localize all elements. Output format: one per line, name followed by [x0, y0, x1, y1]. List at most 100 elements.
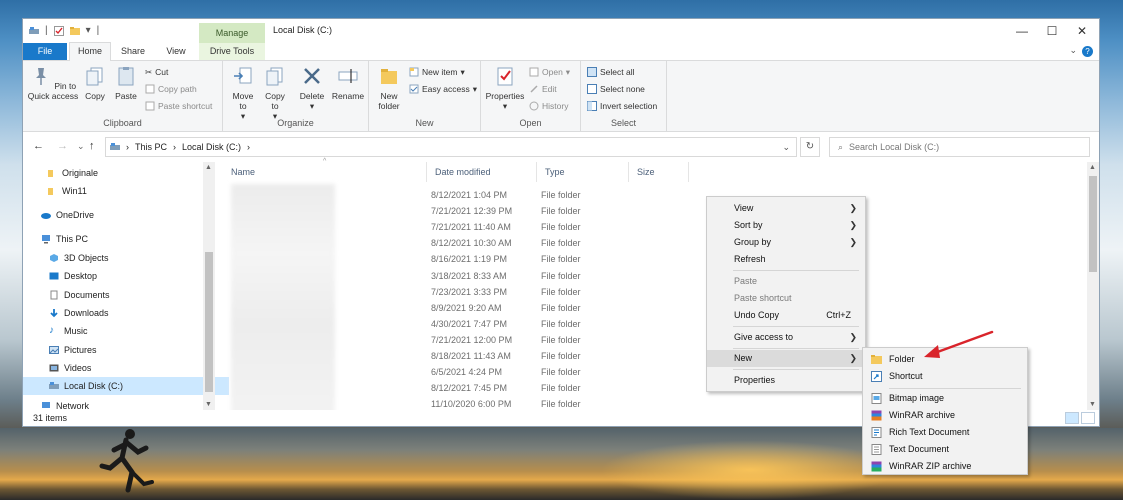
address-input[interactable]: › This PC › Local Disk (C:) › ⌄: [105, 137, 797, 157]
menu-item-paste-shortcut[interactable]: Paste shortcut: [707, 290, 865, 307]
menu-label: Properties: [734, 375, 776, 385]
copy-path-button[interactable]: Copy path: [145, 82, 197, 96]
qa-customize-icon[interactable]: ▾: [86, 25, 91, 37]
tab-manage[interactable]: Manage: [199, 23, 265, 43]
nav-item-local-disk[interactable]: Local Disk (C:): [23, 377, 229, 395]
breadcrumb-local-disk[interactable]: Local Disk (C:): [182, 142, 241, 152]
menu-label: Rich Text Document: [889, 427, 970, 437]
tab-file[interactable]: File: [23, 43, 67, 60]
submenu-item-rtf[interactable]: Rich Text Document: [863, 424, 1027, 441]
folder-icon: [871, 355, 882, 364]
tab-drive-tools[interactable]: Drive Tools: [199, 43, 265, 60]
edit-button[interactable]: Edit: [529, 82, 557, 96]
details-view-icon[interactable]: [1065, 412, 1079, 424]
copy-button[interactable]: Copy: [81, 65, 109, 101]
properties-button[interactable]: Properties ▾: [483, 65, 527, 111]
new-item-button[interactable]: New item ▾: [409, 65, 465, 79]
help-icon[interactable]: ?: [1082, 46, 1093, 57]
open-button[interactable]: Open ▾: [529, 65, 570, 79]
row-date-modified: 7/21/2021 12:39 PM: [431, 206, 513, 217]
submenu-item-winrar[interactable]: WinRAR archive: [863, 407, 1027, 424]
new-folder-icon[interactable]: [69, 26, 80, 36]
nav-item-network[interactable]: Network: [23, 402, 221, 410]
menu-item-properties[interactable]: Properties: [707, 372, 865, 389]
nav-item-onedrive[interactable]: OneDrive: [23, 206, 221, 224]
navigation-pane: Originale Win11 OneDrive This PC 3D Obje…: [23, 162, 229, 410]
menu-item-new[interactable]: New ❯: [707, 350, 865, 367]
scroll-up-icon[interactable]: ▲: [205, 164, 212, 171]
breadcrumb-this-pc[interactable]: This PC: [135, 142, 167, 152]
column-size[interactable]: Size: [629, 162, 689, 182]
menu-item-group-by[interactable]: Group by ❯: [707, 234, 865, 251]
nav-item-downloads[interactable]: Downloads: [23, 304, 229, 322]
cut-button[interactable]: ✂ Cut: [145, 65, 168, 79]
minimize-icon[interactable]: —: [1007, 21, 1037, 41]
tab-share[interactable]: Share: [113, 43, 153, 60]
title-bar: | ▾ | Manage Local Disk (C:) — ☐ ✕: [23, 19, 1099, 43]
nav-item-desktop[interactable]: Desktop: [23, 267, 229, 285]
refresh-icon[interactable]: ↻: [800, 137, 820, 157]
copy-icon: [86, 67, 103, 86]
menu-item-paste[interactable]: Paste: [707, 273, 865, 290]
column-name[interactable]: Name: [223, 162, 427, 182]
submenu-item-text[interactable]: Text Document: [863, 441, 1027, 458]
cube-icon: [50, 254, 58, 262]
nav-item-3d-objects[interactable]: 3D Objects: [23, 249, 229, 267]
nav-item-win11[interactable]: Win11: [23, 182, 227, 200]
scroll-down-icon[interactable]: ▼: [205, 401, 212, 408]
back-arrow-icon[interactable]: ←: [33, 140, 44, 152]
menu-item-sort-by[interactable]: Sort by ❯: [707, 217, 865, 234]
nav-scrollbar[interactable]: ▲ ▼: [203, 162, 215, 410]
copy-to-button[interactable]: Copy to ▾: [261, 65, 289, 121]
close-icon[interactable]: ✕: [1067, 21, 1097, 41]
rename-button[interactable]: Rename: [331, 65, 365, 101]
easy-access-button[interactable]: Easy access ▾: [409, 82, 477, 96]
nav-scroll-thumb[interactable]: [205, 252, 213, 392]
delete-button[interactable]: Delete ▾: [297, 65, 327, 111]
recent-locations-icon[interactable]: ⌄: [77, 141, 85, 152]
invert-selection-button[interactable]: Invert selection: [587, 99, 657, 113]
address-dropdown-icon[interactable]: ⌄: [782, 142, 790, 153]
paste-button[interactable]: Paste: [111, 65, 141, 101]
paste-shortcut-button[interactable]: Paste shortcut: [145, 99, 212, 113]
row-type: File folder: [541, 351, 581, 361]
forward-arrow-icon[interactable]: →: [57, 140, 68, 152]
large-icons-view-icon[interactable]: [1081, 412, 1095, 424]
search-input[interactable]: ⌕ Search Local Disk (C:): [829, 137, 1090, 157]
column-type[interactable]: Type: [537, 162, 629, 182]
column-date-modified[interactable]: Date modified: [427, 162, 537, 182]
list-scroll-thumb[interactable]: [1089, 176, 1097, 272]
tab-view[interactable]: View: [157, 43, 195, 60]
menu-item-undo-copy[interactable]: Undo Copy Ctrl+Z: [707, 307, 865, 324]
pin-quick-access-button[interactable]: Pin to Quick access: [27, 65, 79, 101]
menu-item-give-access[interactable]: Give access to ❯: [707, 329, 865, 346]
nav-item-music[interactable]: ♪ Music: [23, 322, 229, 340]
move-to-button[interactable]: Move to ▾: [229, 65, 257, 121]
row-date-modified: 8/12/2021 7:45 PM: [431, 383, 508, 394]
properties-label: Properties: [485, 91, 525, 101]
menu-item-view[interactable]: View ❯: [707, 200, 865, 217]
nav-item-this-pc[interactable]: This PC: [23, 230, 221, 248]
nav-label: Desktop: [64, 271, 98, 281]
menu-item-refresh[interactable]: Refresh: [707, 251, 865, 268]
select-all-button[interactable]: Select all: [587, 65, 635, 79]
nav-item-videos[interactable]: Videos: [23, 359, 229, 377]
nav-item-originale[interactable]: Originale: [23, 164, 227, 182]
tab-home[interactable]: Home: [69, 42, 111, 62]
select-none-button[interactable]: Select none: [587, 82, 645, 96]
up-arrow-icon[interactable]: ↑: [89, 140, 95, 152]
list-scrollbar[interactable]: ▲ ▼: [1087, 162, 1099, 410]
chevron-down-icon[interactable]: ⌄: [1069, 45, 1077, 56]
properties-check-icon[interactable]: [53, 26, 64, 36]
nav-item-pictures[interactable]: Pictures: [23, 341, 229, 359]
maximize-icon[interactable]: ☐: [1037, 21, 1067, 41]
submenu-item-shortcut[interactable]: Shortcut: [863, 368, 1027, 385]
scroll-down-icon[interactable]: ▼: [1089, 401, 1096, 408]
new-folder-button[interactable]: New folder: [373, 65, 405, 111]
submenu-item-bitmap[interactable]: Bitmap image: [863, 390, 1027, 407]
nav-item-documents[interactable]: Documents: [23, 286, 229, 304]
history-button[interactable]: History: [529, 99, 568, 113]
submenu-item-winrar-zip[interactable]: WinRAR ZIP archive: [863, 458, 1027, 475]
scroll-up-icon[interactable]: ▲: [1089, 164, 1096, 171]
menu-separator: [733, 348, 859, 349]
